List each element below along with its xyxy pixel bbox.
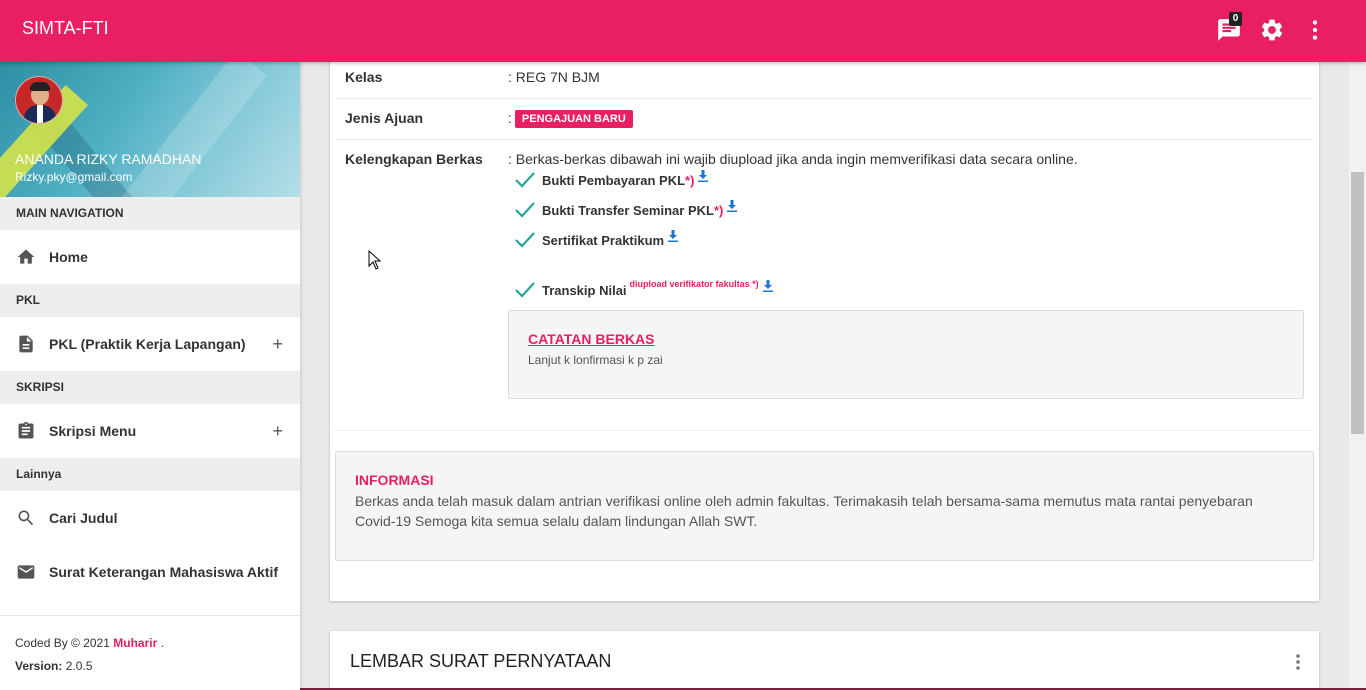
kelas-label: Kelas <box>345 69 383 85</box>
kelengkapan-berkas-label: Kelengkapan Berkas <box>345 151 483 167</box>
sidebar-item-label: PKL (Praktik Kerja Lapangan) <box>49 336 246 352</box>
nav-header-skripsi: SKRIPSI <box>0 371 300 404</box>
download-icon[interactable] <box>668 230 679 242</box>
gear-icon[interactable] <box>1259 17 1285 43</box>
check-icon <box>515 282 535 298</box>
surat-pernyataan-card: LEMBAR SURAT PERNYATAAN <box>330 631 1319 690</box>
check-icon <box>515 172 535 188</box>
sidebar-item-home[interactable]: Home <box>0 230 300 284</box>
informasi-title: INFORMASI <box>355 472 434 488</box>
file-item-transkip: Transkip Nilai diupload verifikator fakul… <box>514 279 773 300</box>
file-item-sertifikat: Sertifikat Praktikum <box>514 230 679 250</box>
submission-detail-card: Kelas : REG 7N BJM Jenis Ajuan : PENGAJUA… <box>330 40 1319 601</box>
informasi-box: INFORMASI Berkas anda telah masuk dalam … <box>335 451 1314 561</box>
file-item-bukti-transfer: Bukti Transfer Seminar PKL *) <box>514 200 738 220</box>
more-vert-icon[interactable] <box>1302 17 1328 43</box>
sidebar-item-cari-judul[interactable]: Cari Judul <box>0 491 300 545</box>
catatan-berkas-box: CATATAN BERKAS Lanjut k lonfirmasi k p z… <box>508 310 1304 399</box>
sidebar-item-surat-keterangan[interactable]: Surat Keterangan Mahasiswa Aktif <box>0 545 300 599</box>
check-icon <box>515 232 535 248</box>
version-label: Version: <box>15 659 63 673</box>
app-title[interactable]: SIMTA-FTI <box>22 18 109 39</box>
status-badge: PENGAJUAN BARU <box>514 110 633 129</box>
sidebar-footer: Coded By © 2021 Muharir . Version: 2.0.5 <box>0 615 300 690</box>
user-name: ANANDA RIZKY RAMADHAN <box>15 151 202 167</box>
sidebar-item-label: Skripsi Menu <box>49 423 137 439</box>
search-icon <box>18 510 34 526</box>
version-value: 2.0.5 <box>65 659 93 673</box>
sidebar-item-skripsi[interactable]: Skripsi Menu + <box>0 404 300 458</box>
avatar[interactable] <box>15 76 63 124</box>
catatan-body: Lanjut k lonfirmasi k p zai <box>528 353 663 367</box>
nav-header-lainnya: Lainnya <box>0 458 300 491</box>
expand-icon[interactable]: + <box>272 421 283 442</box>
informasi-body: Berkas anda telah masuk dalam antrian ve… <box>355 493 1253 529</box>
sidebar-item-label: Home <box>49 249 88 265</box>
expand-icon[interactable]: + <box>272 334 283 355</box>
more-vert-icon[interactable] <box>1294 653 1302 671</box>
author-link[interactable]: Muharir <box>113 636 157 650</box>
mail-icon <box>17 565 35 579</box>
nav-header-pkl: PKL <box>0 284 300 317</box>
nav-header-main: MAIN NAVIGATION <box>0 197 300 230</box>
card-title: LEMBAR SURAT PERNYATAAN <box>350 651 612 671</box>
download-icon[interactable] <box>698 170 709 182</box>
mouse-cursor-icon <box>368 250 382 270</box>
coded-by-text: Coded By © 2021 <box>15 636 110 650</box>
scrollbar[interactable] <box>1349 62 1366 690</box>
jenis-ajuan-value: : PENGAJUAN BARU <box>508 110 633 129</box>
check-icon <box>515 202 535 218</box>
sidebar: ANANDA RIZKY RAMADHAN Rizky.pky@gmail.co… <box>0 62 300 690</box>
sidebar-item-label: Surat Keterangan Mahasiswa Aktif <box>49 564 278 580</box>
user-email: Rizky.pky@gmail.com <box>15 170 133 184</box>
catatan-title: CATATAN BERKAS <box>528 331 655 347</box>
download-icon[interactable] <box>762 280 773 292</box>
berkas-intro: : Berkas-berkas dibawah ini wajib diuplo… <box>508 151 1078 167</box>
jenis-ajuan-label: Jenis Ajuan <box>345 110 424 126</box>
scrollbar-thumb[interactable] <box>1351 172 1364 434</box>
document-icon <box>19 335 33 353</box>
sidebar-item-label: Cari Judul <box>49 510 118 526</box>
kelas-value: : REG 7N BJM <box>508 69 600 85</box>
sidebar-item-pkl[interactable]: PKL (Praktik Kerja Lapangan) + <box>0 317 300 371</box>
file-item-bukti-pembayaran: Bukti Pembayaran PKL *) <box>514 170 709 190</box>
home-icon <box>17 249 35 264</box>
download-icon[interactable] <box>727 200 738 212</box>
user-info-panel: ANANDA RIZKY RAMADHAN Rizky.pky@gmail.co… <box>0 62 300 197</box>
footer-dot: . <box>160 636 164 650</box>
notification-badge: 0 <box>1229 12 1242 26</box>
clipboard-icon <box>18 421 34 439</box>
top-navbar: SIMTA-FTI 0 <box>0 0 1366 62</box>
